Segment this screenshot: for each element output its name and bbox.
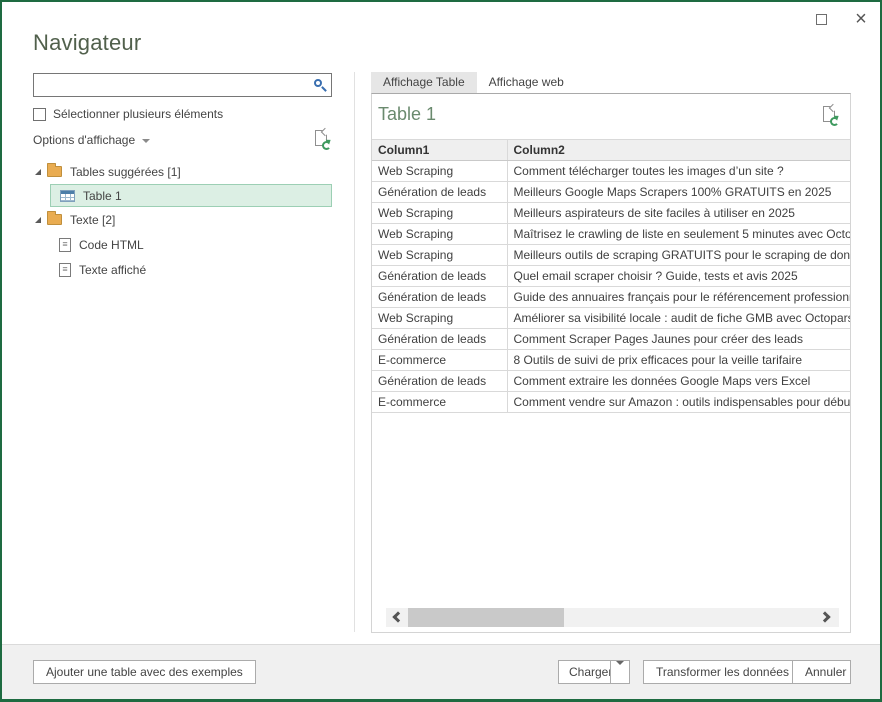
horizontal-scrollbar[interactable] [386, 608, 839, 627]
display-options-label: Options d'affichage [33, 133, 135, 147]
load-dropdown-button[interactable] [610, 660, 630, 684]
table-row: Génération de leadsQuel email scraper ch… [372, 266, 850, 287]
tab-affichage-table[interactable]: Affichage Table [371, 72, 477, 93]
table-row: Web ScrapingMeilleurs outils de scraping… [372, 245, 850, 266]
table-row: Génération de leadsComment Scraper Pages… [372, 329, 850, 350]
cancel-button[interactable]: Annuler [792, 660, 851, 684]
table-cell: Web Scraping [372, 203, 507, 224]
table-cell: Meilleurs outils de scraping GRATUITS po… [507, 245, 850, 266]
preview-panel: Table 1 Column1Column2 Web ScrapingComme… [371, 93, 851, 633]
column-header: Column1 [372, 140, 507, 161]
search-box [33, 73, 332, 97]
navigator-dialog: × Navigateur Sélectionner plusieurs élém… [0, 0, 882, 702]
panel-divider [354, 72, 355, 632]
table-cell: Comment Scraper Pages Jaunes pour créer … [507, 329, 850, 350]
tree-item-label: Texte [2] [70, 213, 115, 227]
table-cell: E-commerce [372, 350, 507, 371]
column-header: Column2 [507, 140, 850, 161]
table-cell: Génération de leads [372, 371, 507, 392]
multi-select-checkbox[interactable] [33, 108, 46, 121]
table-icon [60, 190, 75, 202]
chevron-down-icon [616, 661, 624, 679]
table-cell: Comment vendre sur Amazon : outils indis… [507, 392, 850, 413]
tree-item-table-1[interactable]: Table 1 [50, 184, 332, 207]
table-cell: Meilleurs Google Maps Scrapers 100% GRAT… [507, 182, 850, 203]
maximize-icon [816, 14, 827, 25]
scrollbar-thumb[interactable] [408, 608, 564, 627]
multi-select-row: Sélectionner plusieurs éléments [33, 107, 223, 121]
tree-item-label: Code HTML [79, 238, 144, 252]
table-cell: Quel email scraper choisir ? Guide, test… [507, 266, 850, 287]
footer-bar: Ajouter une table avec des exemples Char… [2, 644, 880, 699]
preview-tabs: Affichage TableAffichage web [371, 72, 576, 93]
close-icon: × [855, 9, 867, 29]
table-cell: Génération de leads [372, 266, 507, 287]
table-row: Web ScrapingMaîtrisez le crawling de lis… [372, 224, 850, 245]
table-cell: Web Scraping [372, 308, 507, 329]
chevron-right-icon [819, 611, 830, 622]
table-row: E-commerce8 Outils de suivi de prix effi… [372, 350, 850, 371]
table-cell: Génération de leads [372, 329, 507, 350]
display-options-dropdown[interactable]: Options d'affichage [33, 133, 332, 147]
table-row: Génération de leadsComment extraire les … [372, 371, 850, 392]
tree-item-tables-sugg-r-es-1[interactable]: Tables suggérées [1] [2, 159, 354, 184]
table-cell: Maîtrisez le crawling de liste en seulem… [507, 224, 850, 245]
table-row: Web ScrapingAméliorer sa visibilité loca… [372, 308, 850, 329]
table-cell: E-commerce [372, 392, 507, 413]
tree-expander-icon[interactable] [35, 217, 41, 223]
preview-table-wrap: Column1Column2 Web ScrapingComment téléc… [372, 139, 850, 413]
table-cell: Web Scraping [372, 161, 507, 182]
table-row: Web ScrapingComment télécharger toutes l… [372, 161, 850, 182]
tree-item-label: Table 1 [83, 189, 122, 203]
table-cell: Web Scraping [372, 224, 507, 245]
table-cell: Comment extraire les données Google Maps… [507, 371, 850, 392]
table-cell: Génération de leads [372, 287, 507, 308]
search-input[interactable] [34, 74, 309, 96]
search-icon[interactable] [309, 74, 331, 96]
add-table-with-examples-button[interactable]: Ajouter une table avec des exemples [33, 660, 256, 684]
table-cell: Génération de leads [372, 182, 507, 203]
document-icon: ≡ [59, 263, 71, 277]
table-cell: Améliorer sa visibilité locale : audit d… [507, 308, 850, 329]
table-cell: Meilleurs aspirateurs de site faciles à … [507, 203, 850, 224]
refresh-preview-button[interactable] [823, 106, 838, 125]
tree-item-texte-affich[interactable]: ≡ Texte affiché [2, 257, 354, 282]
close-button[interactable]: × [848, 8, 874, 30]
table-cell: Guide des annuaires français pour le réf… [507, 287, 850, 308]
table-row: Web ScrapingMeilleurs aspirateurs de sit… [372, 203, 850, 224]
document-icon: ≡ [59, 238, 71, 252]
folder-icon [47, 214, 62, 225]
tree-item-texte-2[interactable]: Texte [2] [2, 207, 354, 232]
tree-item-label: Texte affiché [79, 263, 146, 277]
table-row: Génération de leadsMeilleurs Google Maps… [372, 182, 850, 203]
tab-affichage-web[interactable]: Affichage web [477, 72, 576, 93]
transform-data-button[interactable]: Transformer les données [643, 660, 802, 684]
tree-item-code-html[interactable]: ≡ Code HTML [2, 232, 354, 257]
table-row: E-commerceComment vendre sur Amazon : ou… [372, 392, 850, 413]
window-controls: × [808, 8, 874, 30]
table-row: Génération de leadsGuide des annuaires f… [372, 287, 850, 308]
page-title: Navigateur [33, 30, 141, 56]
table-cell: Web Scraping [372, 245, 507, 266]
table-cell: 8 Outils de suivi de prix efficaces pour… [507, 350, 850, 371]
scroll-left-button[interactable] [386, 608, 408, 627]
tree-item-label: Tables suggérées [1] [70, 165, 181, 179]
chevron-left-icon [392, 611, 403, 622]
maximize-button[interactable] [808, 8, 834, 30]
tree-expander-icon[interactable] [35, 169, 41, 175]
multi-select-label[interactable]: Sélectionner plusieurs éléments [53, 107, 223, 121]
refresh-button[interactable] [315, 130, 330, 149]
preview-table: Column1Column2 Web ScrapingComment téléc… [372, 139, 850, 413]
navigator-tree: Tables suggérées [1] Table 1 Texte [2] ≡ Cod… [2, 159, 354, 282]
folder-icon [47, 166, 62, 177]
table-cell: Comment télécharger toutes les images d’… [507, 161, 850, 182]
scroll-right-button[interactable] [817, 608, 839, 627]
chevron-down-icon [142, 139, 150, 143]
preview-title: Table 1 [378, 104, 436, 125]
